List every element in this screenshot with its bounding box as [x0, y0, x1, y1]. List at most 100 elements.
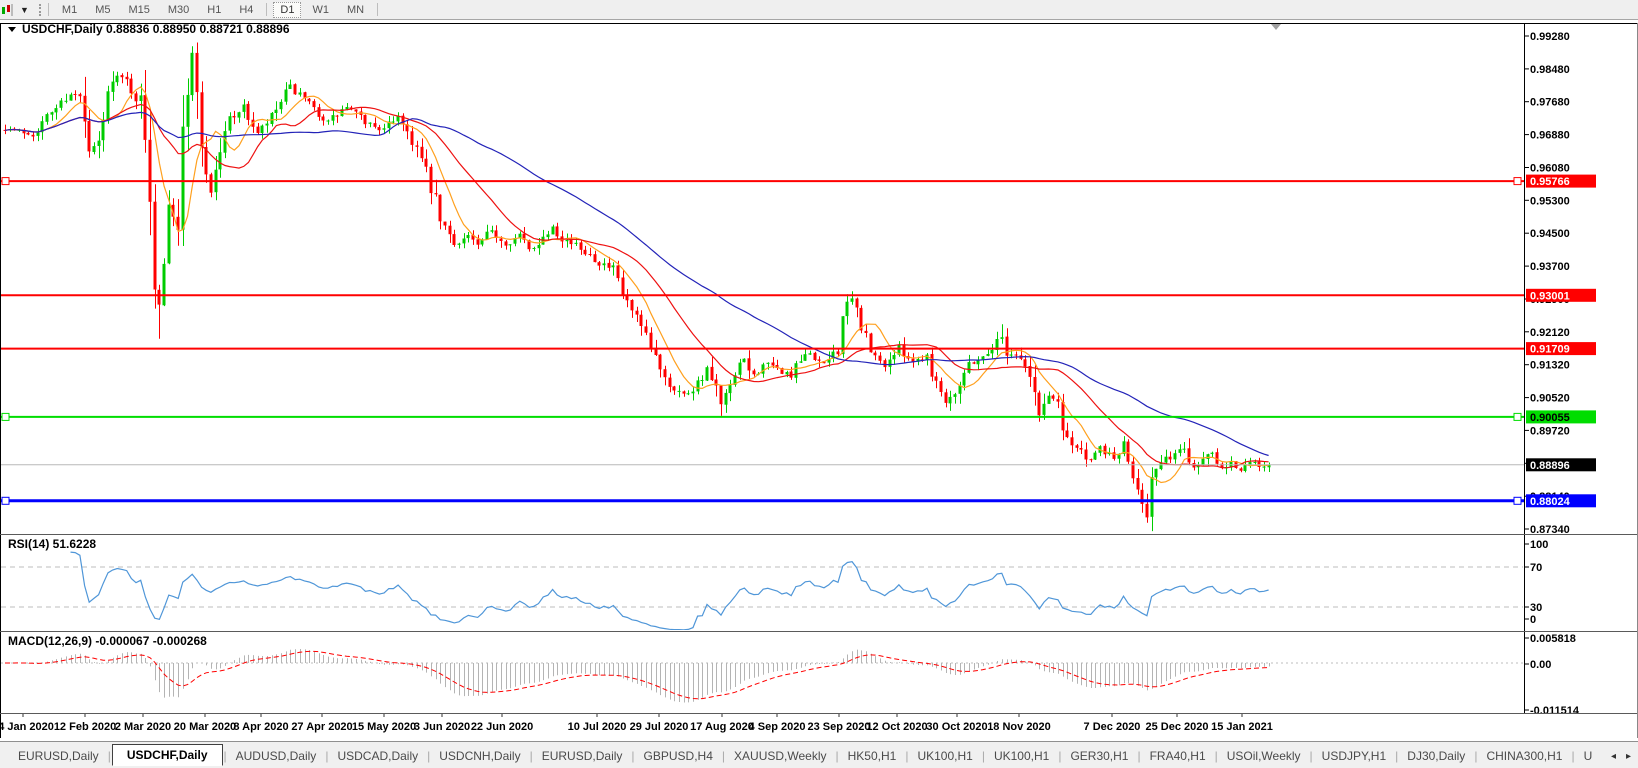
price-axis-label: 0.96080 [1530, 163, 1570, 175]
line-handle [2, 497, 9, 504]
tab-eurusd-daily[interactable]: EURUSD,Daily [534, 745, 631, 767]
tab-usdchf-daily[interactable]: USDCHF,Daily [112, 744, 223, 766]
toolbar-separator [377, 3, 378, 16]
rsi-axis-label: 30 [1530, 602, 1542, 614]
tab-audusd-daily[interactable]: AUDUSD,Daily [228, 745, 325, 767]
tab-china300-h1[interactable]: CHINA300,H1 [1478, 745, 1570, 767]
svg-text:0.95766: 0.95766 [1530, 176, 1570, 188]
price-axis-label: 0.92120 [1530, 327, 1570, 339]
time-axis-label: 12 Feb 2020 [54, 721, 116, 733]
tab-ger30-h1[interactable]: GER30,H1 [1062, 745, 1136, 767]
chart-window[interactable]: 0.99280 0.98480 0.97680 0.96880 0.96080 0.953… [0, 20, 1638, 741]
tab-overflow-partial[interactable]: U [1576, 745, 1601, 767]
tab-gbpusd-h4[interactable]: GBPUSD,H4 [636, 745, 721, 767]
time-axis-label: 15 May 2020 [352, 721, 416, 733]
dropdown-arrow-icon[interactable]: ▼ [17, 5, 35, 15]
timeframe-button-m5[interactable]: M5 [88, 2, 117, 18]
tab-uk100-h1[interactable]: UK100,H1 [909, 745, 980, 767]
chart-canvas[interactable]: 0.99280 0.98480 0.97680 0.96880 0.96080 0.953… [0, 20, 1638, 741]
tab-uk100-h1[interactable]: UK100,H1 [986, 745, 1057, 767]
time-axis-label: 12 Oct 2020 [866, 721, 927, 733]
svg-text:0.90055: 0.90055 [1530, 412, 1570, 424]
rsi-axis-label: 70 [1530, 562, 1542, 574]
line-handle [2, 178, 9, 185]
tab-usdcnh-daily[interactable]: USDCNH,Daily [431, 745, 528, 767]
time-axis-label: 18 Nov 2020 [987, 721, 1051, 733]
rsi-axis-label: 100 [1530, 539, 1548, 551]
tab-usoil-weekly[interactable]: USOil,Weekly [1219, 745, 1309, 767]
macd-axis-label: 0.005818 [1530, 633, 1576, 645]
macd-label: MACD(12,26,9) -0.000067 -0.000268 [8, 634, 207, 648]
time-axis-label: 20 Mar 2020 [174, 721, 236, 733]
time-axis-label: 30 Oct 2020 [926, 721, 987, 733]
price-axis-label: 0.89720 [1530, 425, 1570, 437]
time-axis-label: 27 Apr 2020 [291, 721, 352, 733]
tab-usdcad-daily[interactable]: USDCAD,Daily [329, 745, 426, 767]
time-axis-label: 10 Jul 2020 [568, 721, 627, 733]
tab-usdjpy-h1[interactable]: USDJPY,H1 [1314, 745, 1394, 767]
time-axis-label: 22 Jun 2020 [471, 721, 533, 733]
svg-text:0.93001: 0.93001 [1530, 290, 1570, 302]
tab-eurusd-daily[interactable]: EURUSD,Daily [10, 745, 107, 767]
price-axis-label: 0.91320 [1530, 360, 1570, 372]
timeframe-buttons: M1M5M15 M30H1H4 D1W1MN [53, 2, 382, 18]
price-axis-label: 0.96880 [1530, 130, 1570, 142]
time-axis-label: 3 Jun 2020 [414, 721, 470, 733]
svg-text:0.88024: 0.88024 [1530, 496, 1571, 508]
price-tag-0.91709: 0.91709 [1526, 342, 1596, 356]
line-handle [1514, 413, 1521, 420]
price-axis-label: 0.98480 [1530, 64, 1570, 76]
time-axis-label: 24 Jan 2020 [0, 721, 54, 733]
price-tag-0.95766: 0.95766 [1526, 175, 1596, 189]
time-axis-label: 15 Jan 2021 [1211, 721, 1273, 733]
time-axis-label: 8 Apr 2020 [233, 721, 288, 733]
rsi-axis-label: 0 [1530, 614, 1536, 626]
tab-fra40-h1[interactable]: FRA40,H1 [1142, 745, 1214, 767]
price-tag-0.88024: 0.88024 [1526, 494, 1596, 508]
timeframe-toolbar: ▼ M1M5M15 M30H1H4 D1W1MN [0, 0, 1638, 20]
price-axis-label: 0.97680 [1530, 97, 1570, 109]
timeframe-button-d1[interactable]: D1 [273, 2, 301, 18]
timeframe-button-h4[interactable]: H4 [232, 2, 260, 18]
tab-xauusd-weekly[interactable]: XAUUSD,Weekly [726, 745, 834, 767]
timeframe-button-m1[interactable]: M1 [55, 2, 84, 18]
toolbar-separator [266, 3, 267, 16]
mt4-window: ▼ M1M5M15M30H1H4D1W1MN 0.992800.984800.9… [0, 0, 1638, 768]
line-handle [1514, 178, 1521, 185]
time-axis-label: 7 Dec 2020 [1084, 721, 1141, 733]
price-axis-label: 0.99280 [1530, 31, 1570, 43]
chart-background [0, 20, 1638, 741]
tab-hk50-h1[interactable]: HK50,H1 [840, 745, 905, 767]
macd-axis-label: 0.00 [1530, 659, 1551, 671]
price-axis-label: 0.93700 [1530, 261, 1570, 273]
timeframe-button-w1[interactable]: W1 [305, 2, 336, 18]
chart-title: USDCHF,Daily 0.88836 0.88950 0.88721 0.8… [22, 22, 290, 36]
current-price-tag: 0.88896 [1526, 458, 1596, 472]
line-handle [2, 413, 9, 420]
line-handle [1514, 497, 1521, 504]
time-axis-label: 23 Sep 2020 [808, 721, 871, 733]
svg-text:0.91709: 0.91709 [1530, 344, 1570, 356]
price-axis-label: 0.94500 [1530, 228, 1570, 240]
time-axis-label: 25 Dec 2020 [1146, 721, 1209, 733]
price-axis-label: 0.95300 [1530, 195, 1570, 207]
price-axis-label: 0.90520 [1530, 393, 1570, 405]
svg-text:0.88896: 0.88896 [1530, 460, 1570, 472]
tabs-scroll-left-icon[interactable]: ◂ [1606, 749, 1621, 764]
price-tag-0.90055: 0.90055 [1526, 410, 1596, 424]
time-axis-label: 2 Mar 2020 [115, 721, 171, 733]
timeframe-button-mn[interactable]: MN [340, 2, 371, 18]
chart-type-icon[interactable] [1, 3, 17, 17]
toolbar-grip[interactable] [39, 4, 41, 16]
tab-dj30-daily[interactable]: DJ30,Daily [1399, 745, 1473, 767]
macd-axis-label: -0.011514 [1530, 705, 1580, 717]
time-axis-label: 17 Aug 2020 [690, 721, 754, 733]
time-axis-label: 4 Sep 2020 [749, 721, 806, 733]
timeframe-button-h1[interactable]: H1 [200, 2, 228, 18]
toolbar-separator [48, 3, 49, 16]
tabs-scroll-right-icon[interactable]: ▸ [1621, 749, 1636, 764]
timeframe-button-m15[interactable]: M15 [121, 2, 156, 18]
chart-tabs: EURUSD,Daily|USDCHF,Daily|AUDUSD,Daily|U… [0, 741, 1638, 768]
rsi-label: RSI(14) 51.6228 [8, 537, 96, 551]
timeframe-button-m30[interactable]: M30 [161, 2, 196, 18]
